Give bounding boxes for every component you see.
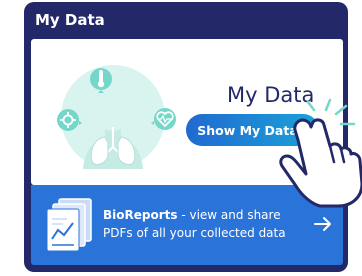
arrow-right-icon[interactable] bbox=[312, 213, 334, 235]
bioreports-line1: - view and share bbox=[177, 208, 281, 222]
bioreports-line2: PDFs of all your collected data bbox=[103, 226, 286, 240]
bioreports-title: BioReports bbox=[103, 208, 178, 222]
card-title: My Data bbox=[35, 11, 105, 29]
lungs-health-illustration-icon bbox=[57, 65, 176, 169]
pointing-hand-icon bbox=[279, 98, 362, 208]
bioreports-description: BioReports - view and share PDFs of all … bbox=[103, 206, 303, 242]
document-stack-icon bbox=[47, 198, 92, 252]
